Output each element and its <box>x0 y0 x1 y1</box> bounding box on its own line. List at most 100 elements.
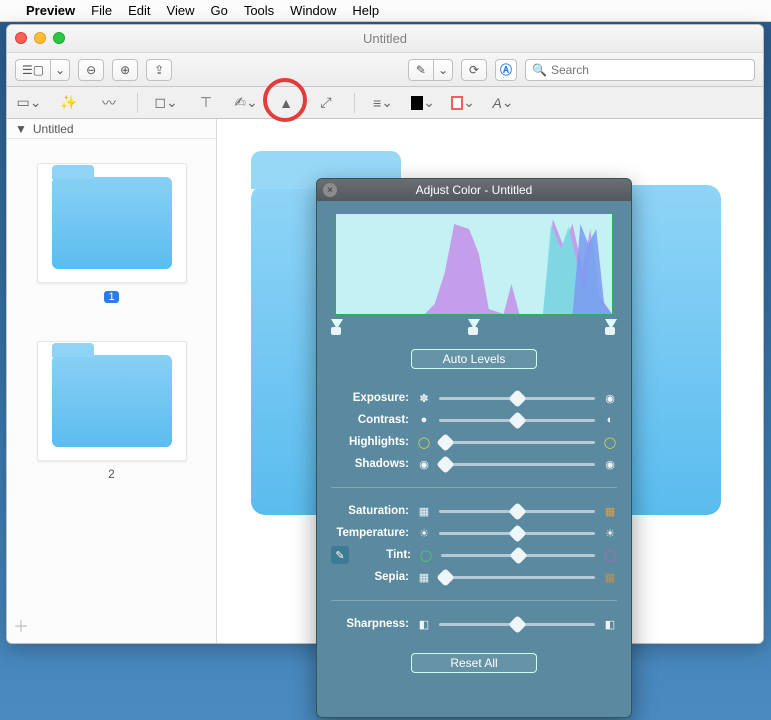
shadows-slider[interactable] <box>439 463 595 466</box>
zoom-in-button[interactable]: ⊕ <box>112 59 138 81</box>
sketch-tool-button[interactable]: 〰︎ <box>97 92 121 114</box>
window-traffic-lights <box>15 32 65 44</box>
zoom-in-icon: ⊕ <box>120 63 130 77</box>
highlights-right-icon: ◯ <box>603 436 617 449</box>
sepia-row: Sepia: ▦ ▦ <box>331 566 617 588</box>
contrast-right-icon: ◐ <box>603 414 617 426</box>
menu-tools[interactable]: Tools <box>244 3 274 18</box>
font-a-icon: A <box>492 95 501 111</box>
instant-alpha-button[interactable]: ✨ <box>57 92 81 114</box>
markup-toolbar: ▭⌄ ✨ 〰︎ ◻︎⌄ ⊤ ✍︎⌄ ▲ ⤢ ≡⌄ ⌄ ⌄ A⌄ <box>7 87 763 119</box>
window-titlebar[interactable]: Untitled <box>7 25 763 53</box>
zoom-window-button[interactable] <box>53 32 65 44</box>
exposure-slider[interactable] <box>439 397 595 400</box>
text-box-icon: ⊤ <box>200 94 212 111</box>
selection-tool-button[interactable]: ▭⌄ <box>17 92 41 114</box>
adjust-color-button[interactable]: ▲ <box>274 92 298 114</box>
search-field[interactable]: 🔍 <box>525 59 755 81</box>
search-input[interactable] <box>551 63 748 77</box>
saturation-slider[interactable] <box>439 510 595 513</box>
app-menu[interactable]: Preview <box>26 3 75 18</box>
histogram-svg <box>336 214 612 314</box>
temperature-left-icon: ☀ <box>417 527 431 540</box>
text-style-button[interactable]: A⌄ <box>491 92 515 114</box>
contrast-row: Contrast: ● ◐ <box>331 409 617 431</box>
zoom-out-button[interactable]: ⊖ <box>78 59 104 81</box>
highlights-row: Highlights: ◯ ◯ <box>331 431 617 453</box>
highlight-tool-button[interactable]: ✎ <box>408 59 434 81</box>
zoom-out-icon: ⊖ <box>86 63 96 77</box>
panel-titlebar[interactable]: × Adjust Color - Untitled <box>317 179 631 201</box>
shadows-right-icon: ◉ <box>603 458 617 471</box>
tint-row: ✎ Tint: ◯ ◯ <box>331 544 617 566</box>
thumbnail-page-1[interactable] <box>37 163 187 283</box>
panel-close-button[interactable]: × <box>323 183 337 197</box>
sharpness-left-icon: ◧ <box>417 618 431 631</box>
levels-markers[interactable] <box>331 319 617 335</box>
disclosure-triangle-icon[interactable]: ▼ <box>15 122 27 136</box>
window-title: Untitled <box>363 31 407 46</box>
adjust-color-panel[interactable]: × Adjust Color - Untitled Auto Levels Ex… <box>316 178 632 718</box>
sidebar-doc-name: Untitled <box>33 122 74 136</box>
adjust-size-button[interactable]: ⤢ <box>314 92 338 114</box>
panel-separator <box>331 600 617 601</box>
menu-view[interactable]: View <box>167 3 195 18</box>
menu-file[interactable]: File <box>91 3 112 18</box>
temperature-slider[interactable] <box>439 532 595 535</box>
border-color-button[interactable]: ⌄ <box>411 92 435 114</box>
shadows-label: Shadows: <box>331 458 409 470</box>
highlight-tool-menu[interactable]: ⌄ <box>434 59 453 81</box>
auto-levels-button[interactable]: Auto Levels <box>411 349 537 369</box>
sidebar-view-button[interactable]: ☰▢ <box>15 59 51 81</box>
folder-icon <box>52 355 172 447</box>
saturation-left-icon: ▦ <box>417 505 431 518</box>
exposure-right-icon: ◉ <box>603 392 617 405</box>
sidebar-header[interactable]: ▼ Untitled <box>7 119 216 139</box>
thumbnail-page-2[interactable] <box>37 341 187 461</box>
share-button[interactable]: ⇪ <box>146 59 172 81</box>
contrast-left-icon: ● <box>417 414 431 426</box>
sharpness-label: Sharpness: <box>331 618 409 630</box>
menu-window[interactable]: Window <box>290 3 336 18</box>
highlights-label: Highlights: <box>331 436 409 448</box>
tint-left-icon: ◯ <box>419 549 433 562</box>
temperature-label: Temperature: <box>331 527 409 539</box>
sharpness-row: Sharpness: ◧ ◧ <box>331 613 617 635</box>
add-page-button[interactable]: ＋ <box>13 613 29 637</box>
temperature-row: Temperature: ☀ ☀ <box>331 522 617 544</box>
sepia-slider[interactable] <box>439 576 595 579</box>
temperature-right-icon: ☀ <box>603 527 617 540</box>
minimize-window-button[interactable] <box>34 32 46 44</box>
sign-tool-button[interactable]: ✍︎⌄ <box>234 92 258 114</box>
markup-toolbar-button[interactable]: Ⓐ <box>495 59 517 81</box>
selection-rect-icon: ▭ <box>17 94 30 111</box>
tint-slider[interactable] <box>441 554 595 557</box>
outline-swatch-icon <box>451 96 463 110</box>
signature-icon: ✍︎ <box>234 94 246 111</box>
saturation-right-icon: ▦ <box>603 505 617 518</box>
shadows-left-icon: ◉ <box>417 458 431 471</box>
text-tool-button[interactable]: ⊤ <box>194 92 218 114</box>
menu-edit[interactable]: Edit <box>128 3 150 18</box>
shapes-tool-button[interactable]: ◻︎⌄ <box>154 92 178 114</box>
line-style-button[interactable]: ≡⌄ <box>371 92 395 114</box>
rotate-button[interactable]: ⟳ <box>461 59 487 81</box>
menu-help[interactable]: Help <box>352 3 379 18</box>
contrast-slider[interactable] <box>439 419 595 422</box>
shapes-icon: ◻︎ <box>154 94 166 111</box>
sharpness-slider[interactable] <box>439 623 595 626</box>
lines-icon: ≡ <box>373 95 381 111</box>
reset-all-button[interactable]: Reset All <box>411 653 537 673</box>
search-icon: 🔍 <box>532 63 547 77</box>
sidebar-view-menu[interactable]: ⌄ <box>51 59 70 81</box>
black-swatch-icon <box>411 96 423 110</box>
histogram <box>335 213 613 315</box>
sepia-label: Sepia: <box>331 571 409 583</box>
close-window-button[interactable] <box>15 32 27 44</box>
menu-go[interactable]: Go <box>210 3 227 18</box>
eyedropper-button[interactable]: ✎ <box>331 546 349 564</box>
highlights-slider[interactable] <box>439 441 595 444</box>
magic-wand-icon: ✨ <box>60 94 77 111</box>
tint-label: Tint: <box>355 549 411 561</box>
fill-color-button[interactable]: ⌄ <box>451 92 475 114</box>
